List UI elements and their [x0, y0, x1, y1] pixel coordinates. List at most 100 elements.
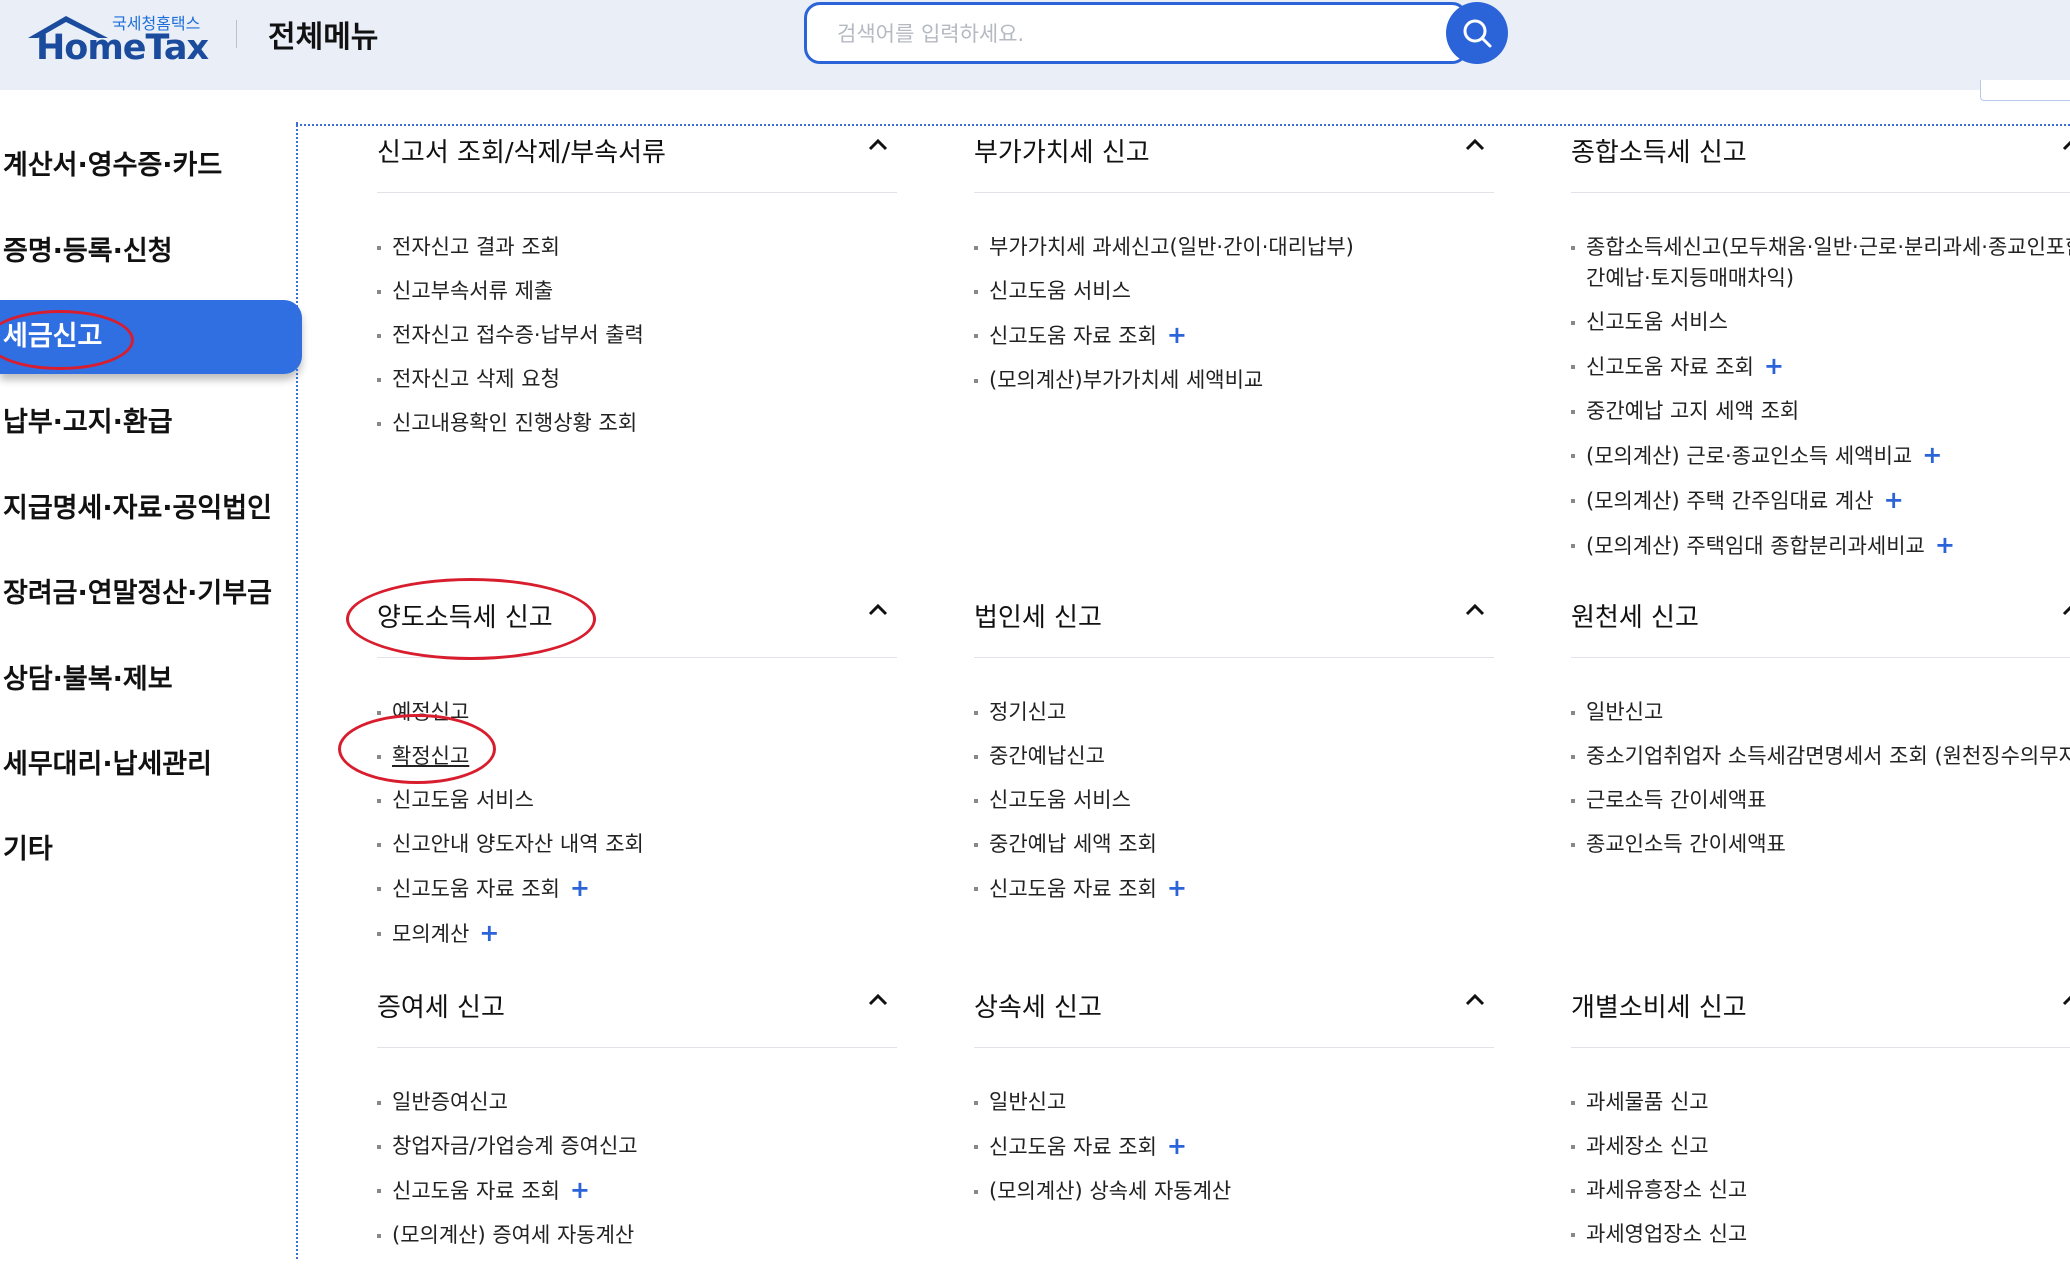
menu-item-label: (모의계산) 주택임대 종합분리과세비교	[1586, 534, 1925, 558]
section-item-list: 전자신고 결과 조회신고부속서류 제출전자신고 접수증·납부서 출력전자신고 삭…	[377, 232, 937, 452]
menu-item[interactable]: (모의계산)부가가치세 세액비교	[974, 365, 1534, 396]
menu-item-label: 확정신고	[392, 744, 470, 768]
chevron-up-icon[interactable]	[1462, 597, 1488, 623]
expand-plus-icon[interactable]: +	[570, 874, 590, 902]
menu-item[interactable]: 신고내용확인 진행상황 조회	[377, 408, 937, 439]
header-tab[interactable]	[1980, 80, 2070, 101]
menu-item[interactable]: 신고도움 자료 조회 +	[974, 320, 1534, 352]
menu-item[interactable]: 종교인소득 간이세액표	[1571, 829, 2070, 860]
menu-item[interactable]: 중간예납 세액 조회	[974, 829, 1534, 860]
chevron-up-icon[interactable]	[2059, 132, 2070, 158]
menu-item[interactable]: 신고도움 서비스	[1571, 307, 2070, 338]
menu-item-label: 종합소득세신고(모두채움·일반·근로·분리과세·종교인포함) 및 중간예납·토지…	[1586, 235, 2070, 290]
header-divider	[236, 20, 237, 48]
menu-item[interactable]: 과세물품 신고	[1571, 1087, 2070, 1118]
chevron-up-icon[interactable]	[1462, 987, 1488, 1013]
menu-item[interactable]: 신고도움 자료 조회 +	[974, 873, 1534, 905]
menu-item[interactable]: 정기신고	[974, 697, 1534, 728]
menu-item[interactable]: 일반증여신고	[377, 1087, 937, 1118]
sidebar-item-agent[interactable]: 세무대리·납세관리	[0, 728, 302, 802]
sidebar-item-incentives[interactable]: 장려금·연말정산·기부금	[0, 557, 302, 631]
sidebar-item-tax-filing[interactable]: 세금신고	[0, 300, 302, 374]
sidebar-item-etc[interactable]: 기타	[0, 813, 302, 887]
menu-item[interactable]: 종합소득세신고(모두채움·일반·근로·분리과세·종교인포함) 및 중간예납·토지…	[1571, 232, 2070, 294]
expand-plus-icon[interactable]: +	[1167, 874, 1187, 902]
content-border-top	[296, 124, 2070, 126]
section-title[interactable]: 상속세 신고	[974, 987, 1102, 1024]
menu-item[interactable]: 과세유흥장소 신고	[1571, 1175, 2070, 1206]
menu-item[interactable]: 신고도움 자료 조회 +	[377, 1175, 937, 1207]
menu-item[interactable]: 중간예납 고지 세액 조회	[1571, 396, 2070, 427]
menu-item-label: 신고도움 서비스	[989, 279, 1131, 303]
sidebar-item-statements[interactable]: 지급명세·자료·공익법인	[0, 472, 302, 546]
expand-plus-icon[interactable]: +	[1884, 486, 1904, 514]
menu-item-label: 근로소득 간이세액표	[1586, 788, 1767, 812]
section-title[interactable]: 개별소비세 신고	[1571, 987, 1747, 1024]
menu-item[interactable]: 신고도움 서비스	[974, 276, 1534, 307]
search-input[interactable]	[835, 5, 1439, 63]
menu-item[interactable]: 신고도움 서비스	[974, 785, 1534, 816]
menu-item[interactable]: 중간예납신고	[974, 741, 1534, 772]
expand-plus-icon[interactable]: +	[479, 919, 499, 947]
chevron-up-icon[interactable]	[865, 132, 891, 158]
section-title[interactable]: 양도소득세 신고	[377, 597, 553, 634]
expand-plus-icon[interactable]: +	[1922, 441, 1942, 469]
sidebar-item-certificate[interactable]: 증명·등록·신청	[0, 215, 302, 289]
menu-item[interactable]: 일반신고	[1571, 697, 2070, 728]
section-title[interactable]: 부가가치세 신고	[974, 132, 1150, 169]
menu-item[interactable]: 근로소득 간이세액표	[1571, 785, 2070, 816]
menu-item[interactable]: 전자신고 삭제 요청	[377, 364, 937, 395]
menu-item[interactable]: 창업자금/가업승계 증여신고	[377, 1131, 937, 1162]
sidebar-item-invoice[interactable]: 계산서·영수증·카드	[0, 129, 302, 203]
menu-item[interactable]: 부가가치세 과세신고(일반·간이·대리납부)	[974, 232, 1534, 263]
menu-item[interactable]: (모의계산) 주택 간주임대료 계산 +	[1571, 485, 2070, 517]
sidebar-item-consultation[interactable]: 상담·불복·제보	[0, 643, 302, 717]
section-item-list: 일반신고중소기업취업자 소득세감면명세서 조회 (원천징수의무자용) 근로소득 간…	[1571, 697, 2070, 873]
section-divider	[974, 1047, 1494, 1048]
menu-item[interactable]: 예정신고	[377, 697, 937, 728]
section-title[interactable]: 법인세 신고	[974, 597, 1102, 634]
menu-item-label: 일반증여신고	[392, 1090, 508, 1114]
expand-plus-icon[interactable]: +	[1764, 352, 1784, 380]
menu-item[interactable]: 과세장소 신고	[1571, 1131, 2070, 1162]
menu-item[interactable]: 신고도움 서비스	[377, 785, 937, 816]
menu-item[interactable]: 전자신고 결과 조회	[377, 232, 937, 263]
menu-item[interactable]: 신고도움 자료 조회 +	[974, 1131, 1534, 1163]
menu-item[interactable]: 확정신고	[377, 741, 937, 772]
section-title[interactable]: 신고서 조회/삭제/부속서류	[377, 132, 666, 169]
content-border-left	[296, 122, 298, 1259]
menu-item-label: 일반신고	[989, 1090, 1067, 1114]
menu-item[interactable]: (모의계산) 상속세 자동계산	[974, 1176, 1534, 1207]
menu-item-label: 중간예납신고	[989, 744, 1105, 768]
chevron-up-icon[interactable]	[865, 597, 891, 623]
menu-item[interactable]: 전자신고 접수증·납부서 출력	[377, 320, 937, 351]
menu-item[interactable]: 신고부속서류 제출	[377, 276, 937, 307]
chevron-up-icon[interactable]	[2059, 987, 2070, 1013]
menu-item[interactable]: (모의계산) 증여세 자동계산	[377, 1220, 937, 1251]
menu-item[interactable]: 신고도움 자료 조회 +	[377, 873, 937, 905]
menu-item[interactable]: 신고도움 자료 조회 +	[1571, 351, 2070, 383]
section-title[interactable]: 증여세 신고	[377, 987, 505, 1024]
menu-item[interactable]: 중소기업취업자 소득세감면명세서 조회 (원천징수의무자용)	[1571, 741, 2070, 772]
expand-plus-icon[interactable]: +	[1167, 1132, 1187, 1160]
expand-plus-icon[interactable]: +	[1935, 531, 1955, 559]
menu-item-label: 일반신고	[1586, 700, 1664, 724]
chevron-up-icon[interactable]	[2059, 597, 2070, 623]
top-header: 국세청홈택스 HomeTax 전체메뉴	[0, 0, 2070, 101]
menu-item[interactable]: (모의계산) 근로·종교인소득 세액비교 +	[1571, 440, 2070, 472]
sidebar-item-payment[interactable]: 납부·고지·환급	[0, 386, 302, 460]
menu-item[interactable]: 과세영업장소 신고	[1571, 1219, 2070, 1250]
hometax-logo[interactable]: 국세청홈택스 HomeTax	[24, 8, 209, 68]
section-title[interactable]: 종합소득세 신고	[1571, 132, 1747, 169]
search-button[interactable]	[1446, 2, 1508, 64]
chevron-up-icon[interactable]	[1462, 132, 1488, 158]
menu-item[interactable]: 신고안내 양도자산 내역 조회	[377, 829, 937, 860]
menu-item[interactable]: (모의계산) 주택임대 종합분리과세비교 +	[1571, 530, 2070, 562]
menu-item[interactable]: 모의계산 +	[377, 918, 937, 950]
expand-plus-icon[interactable]: +	[570, 1176, 590, 1204]
chevron-up-icon[interactable]	[865, 987, 891, 1013]
section-title[interactable]: 원천세 신고	[1571, 597, 1699, 634]
menu-item-label: 신고도움 서비스	[989, 788, 1131, 812]
expand-plus-icon[interactable]: +	[1167, 321, 1187, 349]
menu-item[interactable]: 일반신고	[974, 1087, 1534, 1118]
